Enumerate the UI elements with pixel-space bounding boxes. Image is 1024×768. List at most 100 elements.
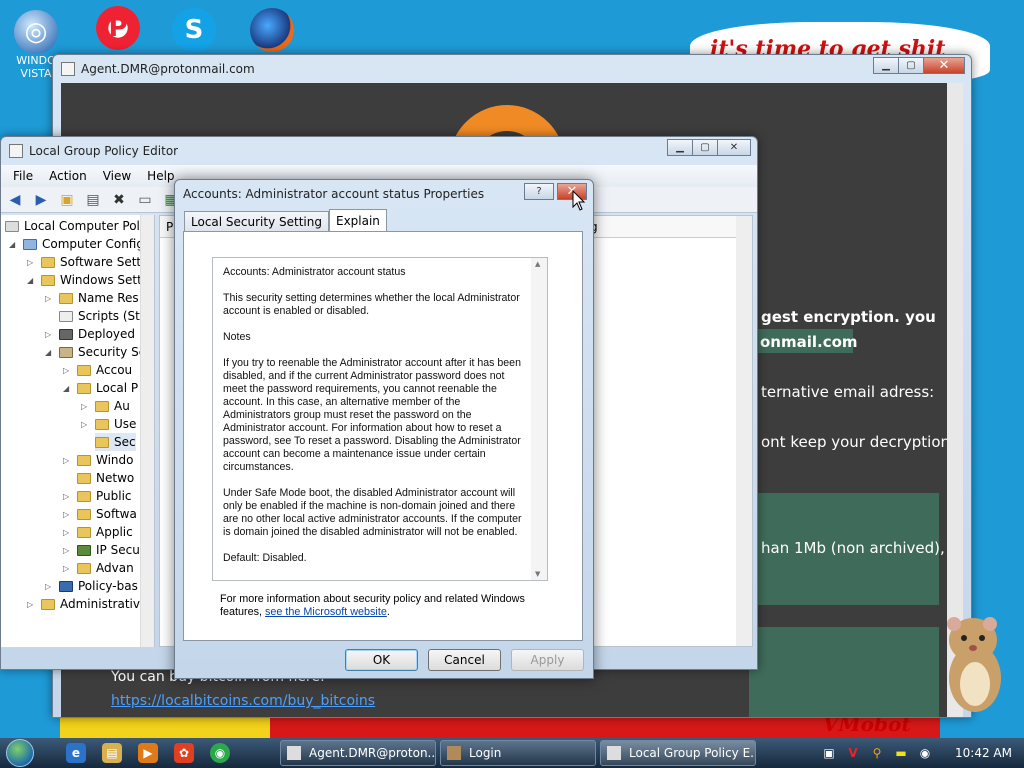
- browser-titlebar[interactable]: Agent.DMR@protonmail.com: [53, 55, 971, 83]
- tree-item-ip-security[interactable]: ▷ IP Secu: [63, 541, 140, 559]
- tree-item-windows-firewall[interactable]: ▷ Windo: [63, 451, 134, 469]
- dialog-tabs: Local Security Setting Explain: [184, 209, 387, 231]
- task-browser[interactable]: Agent.DMR@proton...: [280, 740, 436, 766]
- collapse-arrow-icon[interactable]: ▷: [63, 510, 73, 519]
- taskbar-clock[interactable]: 10:42 AM: [955, 746, 1012, 760]
- policy-tree: Local Computer Polic ◢ Computer Config ▷ S…: [1, 215, 155, 647]
- back-arrow-icon[interactable]: ◀: [5, 191, 25, 209]
- collapse-arrow-icon[interactable]: ▷: [81, 420, 91, 429]
- tree-item-local-policies[interactable]: ◢ Local P: [63, 379, 138, 397]
- scroll-up-icon[interactable]: ▲: [535, 260, 540, 268]
- collapse-arrow-icon[interactable]: ▷: [63, 528, 73, 537]
- internet-explorer-icon[interactable]: e: [66, 743, 86, 763]
- tree-item-software-restriction[interactable]: ▷ Softwa: [63, 505, 137, 523]
- minimize-button[interactable]: ▁: [667, 139, 693, 156]
- media-player-icon[interactable]: ▶: [138, 743, 158, 763]
- buy-bitcoin-link[interactable]: https://localbitcoins.com/buy_bitcoins: [111, 693, 375, 709]
- tree-item-network-list[interactable]: Netwo: [77, 469, 134, 487]
- explain-text-box[interactable]: Accounts: Administrator account status T…: [212, 257, 548, 581]
- explain-heading: Accounts: Administrator account status: [223, 266, 406, 278]
- gpo-titlebar[interactable]: Local Group Policy Editor: [1, 137, 757, 165]
- tree-item-advanced-audit[interactable]: ▷ Advan: [63, 559, 134, 577]
- browser-text-2: onmail.com: [760, 333, 858, 351]
- tray-volume-icon[interactable]: ◉: [917, 745, 933, 761]
- ok-button[interactable]: OK: [345, 649, 418, 671]
- task-gpo[interactable]: Local Group Policy E...: [600, 740, 756, 766]
- tree-item-policy-based-qos[interactable]: ▷ Policy-bas: [45, 577, 138, 595]
- tree-label: Use: [114, 417, 137, 431]
- collapse-arrow-icon[interactable]: ▷: [81, 402, 91, 411]
- tree-item-deployed[interactable]: ▷ Deployed: [45, 325, 135, 343]
- gpo-window-icon: [9, 144, 23, 158]
- chrome-icon[interactable]: ◉: [210, 743, 230, 763]
- tree-item-software-settings[interactable]: ▷ Software Setti: [27, 253, 144, 271]
- tray-antivirus-icon[interactable]: V: [845, 745, 861, 761]
- collapse-arrow-icon[interactable]: ▷: [63, 564, 73, 573]
- tree-item-security-settings[interactable]: ◢ Security Se: [45, 343, 146, 361]
- tree-item-user-rights[interactable]: ▷ Use: [81, 415, 136, 433]
- menu-file[interactable]: File: [5, 169, 41, 183]
- close-button[interactable]: ✕: [923, 57, 965, 74]
- close-button[interactable]: ✕: [717, 139, 751, 156]
- tree-item-public-key[interactable]: ▷ Public: [63, 487, 132, 505]
- collapse-arrow-icon[interactable]: ▷: [45, 330, 55, 339]
- column-header-policy[interactable]: P: [166, 220, 173, 234]
- cancel-button[interactable]: Cancel: [428, 649, 501, 671]
- explain-paragraph: If you try to reenable the Administrator…: [223, 357, 521, 473]
- tree-item-local-computer-policy[interactable]: Local Computer Polic: [5, 217, 150, 235]
- tree-item-scripts[interactable]: Scripts (Sta: [59, 307, 147, 325]
- tray-notes-icon[interactable]: ▬: [893, 745, 909, 761]
- collapse-arrow-icon[interactable]: ▷: [27, 600, 37, 609]
- help-button[interactable]: ?: [524, 183, 554, 200]
- tree-item-account-policies[interactable]: ▷ Accou: [63, 361, 132, 379]
- app-icon[interactable]: ✿: [174, 743, 194, 763]
- collapse-arrow-icon[interactable]: ▷: [45, 294, 55, 303]
- maximize-button[interactable]: ▢: [692, 139, 718, 156]
- menu-view[interactable]: View: [95, 169, 139, 183]
- menu-action[interactable]: Action: [41, 169, 95, 183]
- explorer-folder-icon[interactable]: ▤: [102, 743, 122, 763]
- up-folder-icon[interactable]: ▣: [57, 191, 77, 209]
- scroll-down-icon[interactable]: ▼: [535, 570, 540, 578]
- delete-icon[interactable]: ✖: [109, 191, 129, 209]
- expand-arrow-icon[interactable]: ◢: [45, 348, 55, 357]
- expand-arrow-icon[interactable]: ◢: [27, 276, 37, 285]
- desktop-icon-p[interactable]: P: [90, 6, 146, 50]
- tree-item-name-resolution[interactable]: ▷ Name Res: [45, 289, 139, 307]
- tree-item-administrative-templates[interactable]: ▷ Administrativ: [27, 595, 140, 613]
- tab-explain[interactable]: Explain: [328, 209, 387, 231]
- tray-search-icon[interactable]: ⚲: [869, 745, 885, 761]
- collapse-arrow-icon[interactable]: ▷: [63, 456, 73, 465]
- desktop-icon-skype[interactable]: S: [166, 8, 222, 52]
- properties-dialog[interactable]: Accounts: Administrator account status P…: [174, 179, 594, 679]
- minimize-button[interactable]: ▁: [873, 57, 899, 74]
- tab-local-security-setting[interactable]: Local Security Setting: [184, 211, 329, 231]
- tree-item-security-options[interactable]: Sec: [95, 433, 136, 451]
- quick-launch: e ▤ ▶ ✿ ◉: [66, 743, 266, 763]
- tree-item-windows-settings[interactable]: ◢ Windows Sett: [27, 271, 142, 289]
- policy-list-scrollbar[interactable]: [736, 216, 752, 646]
- start-button[interactable]: [0, 738, 40, 768]
- properties-icon[interactable]: ▭: [135, 191, 155, 209]
- explain-scrollbar[interactable]: ▲ ▼: [531, 258, 547, 580]
- mouse-cursor-icon: [572, 190, 586, 211]
- apply-button[interactable]: Apply: [511, 649, 584, 671]
- tree-item-audit-policy[interactable]: ▷ Au: [81, 397, 130, 415]
- tree-item-computer-config[interactable]: ◢ Computer Config: [9, 235, 144, 253]
- show-hide-tree-icon[interactable]: ▤: [83, 191, 103, 209]
- task-login[interactable]: Login: [440, 740, 596, 766]
- expand-arrow-icon[interactable]: ◢: [63, 384, 73, 393]
- collapse-arrow-icon[interactable]: ▷: [27, 258, 37, 267]
- maximize-button[interactable]: ▢: [898, 57, 924, 74]
- collapse-arrow-icon[interactable]: ▷: [45, 582, 55, 591]
- tray-network-icon[interactable]: ▣: [821, 745, 837, 761]
- tree-item-application-control[interactable]: ▷ Applic: [63, 523, 133, 541]
- microsoft-website-link[interactable]: see the Microsoft website: [265, 606, 387, 618]
- desktop-icon-firefox[interactable]: [244, 8, 300, 52]
- collapse-arrow-icon[interactable]: ▷: [63, 492, 73, 501]
- collapse-arrow-icon[interactable]: ▷: [63, 366, 73, 375]
- tree-scrollbar[interactable]: [140, 215, 154, 647]
- expand-arrow-icon[interactable]: ◢: [9, 240, 19, 249]
- collapse-arrow-icon[interactable]: ▷: [63, 546, 73, 555]
- forward-arrow-icon[interactable]: ▶: [31, 191, 51, 209]
